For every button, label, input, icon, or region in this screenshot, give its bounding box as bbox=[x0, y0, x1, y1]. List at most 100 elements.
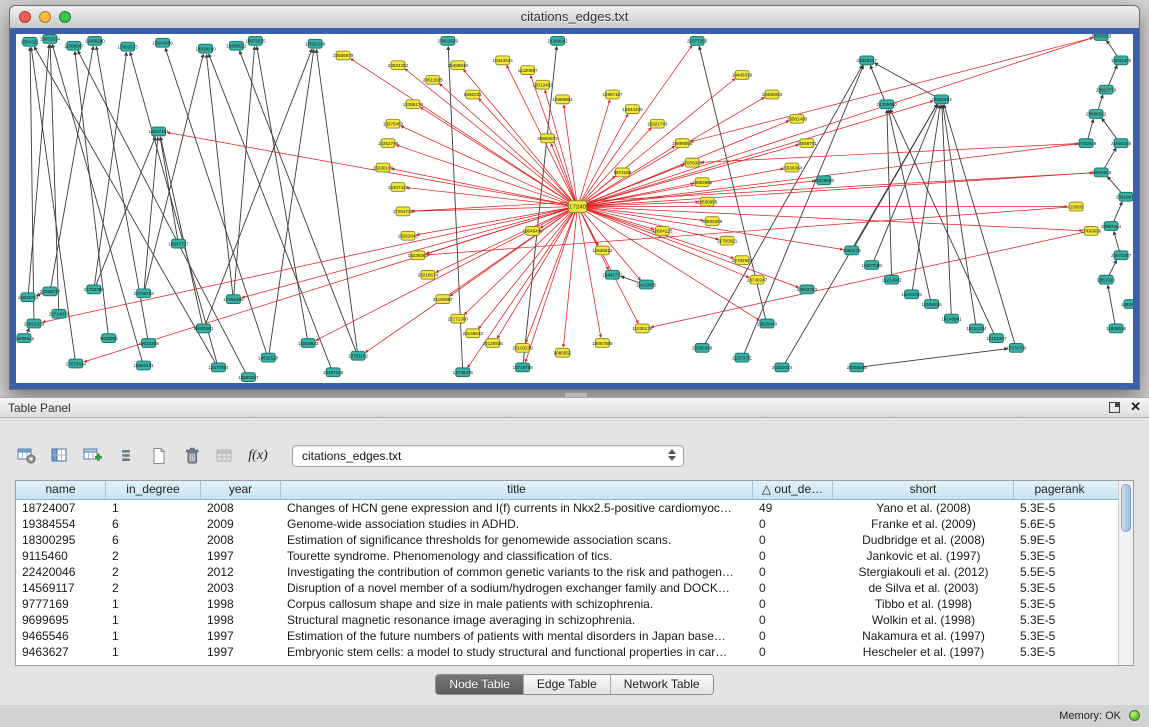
table-cell: 1997 bbox=[201, 548, 281, 564]
window-titlebar[interactable]: citations_edges.txt bbox=[10, 6, 1139, 29]
table-row[interactable]: 2242004622012Investigating the contribut… bbox=[16, 564, 1133, 580]
graph-edge bbox=[1113, 202, 1122, 223]
table-cell: 1 bbox=[106, 596, 201, 612]
panel-splitter[interactable] bbox=[0, 390, 1149, 397]
delete-table-button[interactable] bbox=[179, 444, 205, 468]
table-cell: 1998 bbox=[201, 612, 281, 628]
graph-node-label: 11806536 bbox=[1106, 326, 1126, 331]
graph-node-label: 13169528 bbox=[921, 302, 942, 307]
table-row[interactable]: 977716911998Corpus callosum shape and si… bbox=[16, 596, 1133, 612]
graph-node-label: 14944430 bbox=[622, 107, 643, 112]
graph-edge bbox=[316, 50, 357, 352]
new-document-icon bbox=[151, 447, 167, 465]
table-row[interactable]: 911546021997Tourette syndrome. Phenomeno… bbox=[16, 548, 1133, 564]
graph-node-label: 21373711 bbox=[732, 355, 752, 360]
table-cell: 2008 bbox=[201, 500, 281, 516]
graph-node-label: 10031634 bbox=[40, 37, 61, 42]
graph-node-label: 18262048 bbox=[398, 234, 419, 239]
graph-node-label: 11986260 bbox=[85, 39, 105, 44]
graph-node-label: 9851910 bbox=[1097, 277, 1115, 282]
show-columns-button[interactable] bbox=[47, 444, 73, 468]
graph-node-label: 10443544 bbox=[493, 58, 514, 63]
graph-edge bbox=[942, 105, 951, 315]
graph-edge bbox=[551, 144, 575, 203]
table-selector[interactable]: citations_edges.txt bbox=[292, 445, 684, 467]
column-header-short[interactable]: short bbox=[833, 481, 1014, 499]
column-header-pagerank[interactable]: pagerank bbox=[1014, 481, 1105, 499]
table-cell: 0 bbox=[753, 516, 833, 532]
table-panel-controls: ✕ bbox=[1109, 400, 1141, 414]
table-row[interactable]: 946554611997Estimation of the future num… bbox=[16, 628, 1133, 644]
table-cell: 9777169 bbox=[16, 596, 106, 612]
graph-node-label: 17464459 bbox=[223, 297, 244, 302]
graph-node-label: 13761162 bbox=[348, 354, 368, 359]
table-cell: 5.9E-5 bbox=[1014, 532, 1105, 548]
graph-node-label: 13967117 bbox=[602, 92, 622, 97]
graph-edge bbox=[50, 45, 59, 310]
tab-node-table[interactable]: Node Table bbox=[436, 675, 524, 694]
status-bar: Memory: OK bbox=[0, 705, 1149, 727]
graph-edge bbox=[234, 47, 255, 296]
table-cell: Estimation of significance thresholds fo… bbox=[281, 532, 753, 548]
table-row[interactable]: 1872400712008Changes of HCN gene express… bbox=[16, 500, 1133, 516]
table-cell: 5.3E-5 bbox=[1014, 612, 1105, 628]
table-mode-button[interactable] bbox=[14, 444, 40, 468]
float-panel-icon[interactable] bbox=[1109, 402, 1120, 413]
graph-edge bbox=[43, 207, 573, 322]
tab-network-table[interactable]: Network Table bbox=[611, 675, 713, 694]
row-options-button[interactable] bbox=[113, 444, 139, 468]
new-table-button[interactable] bbox=[146, 444, 172, 468]
graph-node-label: 19830995 bbox=[697, 199, 718, 204]
column-header-name[interactable]: name bbox=[16, 481, 106, 499]
column-header-year[interactable]: year bbox=[201, 481, 281, 499]
graph-node-label: 16101467 bbox=[986, 336, 1007, 341]
table-cell: Yano et al. (2008) bbox=[833, 500, 1014, 516]
table-row[interactable]: 969969511998Structural magnetic resonanc… bbox=[16, 612, 1133, 628]
table-tabs: Node TableEdge TableNetwork Table bbox=[435, 674, 713, 695]
graph-edge bbox=[78, 51, 246, 374]
graph-edge bbox=[1107, 41, 1118, 58]
function-builder-button[interactable]: f(x) bbox=[245, 444, 271, 468]
tab-edge-table[interactable]: Edge Table bbox=[524, 675, 611, 694]
graph-node-label: 22762934 bbox=[732, 258, 753, 263]
column-header-in_degree[interactable]: in_degree bbox=[106, 481, 201, 499]
table-cell: 0 bbox=[753, 548, 833, 564]
table-cell: Tourette syndrome. Phenomenology and cla… bbox=[281, 548, 753, 564]
graph-node-label: 19445316 bbox=[732, 73, 753, 78]
table-cell: 2012 bbox=[201, 564, 281, 580]
create-column-button[interactable] bbox=[80, 444, 106, 468]
table-row[interactable]: 1830029562008Estimation of significance … bbox=[16, 532, 1133, 548]
network-canvas[interactable]: 9054321100316341100894711986260129635731… bbox=[16, 34, 1133, 383]
graph-node-label: 14918199 bbox=[195, 46, 216, 51]
columns-icon bbox=[50, 447, 70, 465]
graph-node-label: 22377255 bbox=[687, 39, 708, 44]
column-header-out_de[interactable]: △ out_de… bbox=[753, 481, 833, 499]
table-scrollbar[interactable] bbox=[1118, 481, 1133, 665]
table-panel: Table Panel ✕ bbox=[0, 397, 1149, 705]
graph-edge bbox=[130, 52, 217, 363]
graph-node-label: 23328337 bbox=[857, 58, 878, 63]
scrollbar-thumb[interactable] bbox=[1121, 484, 1131, 532]
graph-node-label: 25103239 bbox=[512, 346, 533, 351]
table-cell: Structural magnetic resonance image aver… bbox=[281, 612, 753, 628]
graph-node-label: 24897284 bbox=[1101, 224, 1122, 229]
table-row[interactable]: 1938455462009Genome-wide association stu… bbox=[16, 516, 1133, 532]
graph-node-label: 11626812 bbox=[592, 248, 612, 253]
graph-edge bbox=[580, 210, 609, 270]
graph-node-label: 21193987 bbox=[433, 297, 453, 302]
graph-node-label: 25488918 bbox=[448, 63, 469, 68]
column-header-title[interactable]: title bbox=[281, 481, 753, 499]
graph-edge bbox=[862, 349, 1008, 367]
graph-node-label: 9672186 bbox=[613, 170, 631, 175]
table-cell: 5.3E-5 bbox=[1014, 596, 1105, 612]
graph-edge bbox=[870, 66, 884, 101]
import-table-button[interactable] bbox=[212, 444, 238, 468]
graph-node-label: 10649499 bbox=[522, 229, 543, 234]
table-row[interactable]: 1456911722003Disruption of a novel membe… bbox=[16, 580, 1133, 596]
graph-node-label: 16872825 bbox=[245, 39, 266, 44]
table-cell: 0 bbox=[753, 532, 833, 548]
graph-node-label: 20010719 bbox=[1096, 87, 1117, 92]
graph-node-label: 24511605 bbox=[423, 78, 443, 83]
close-panel-icon[interactable]: ✕ bbox=[1130, 400, 1141, 414]
table-row[interactable]: 946362711997Embryonic stem cells: a mode… bbox=[16, 644, 1133, 660]
